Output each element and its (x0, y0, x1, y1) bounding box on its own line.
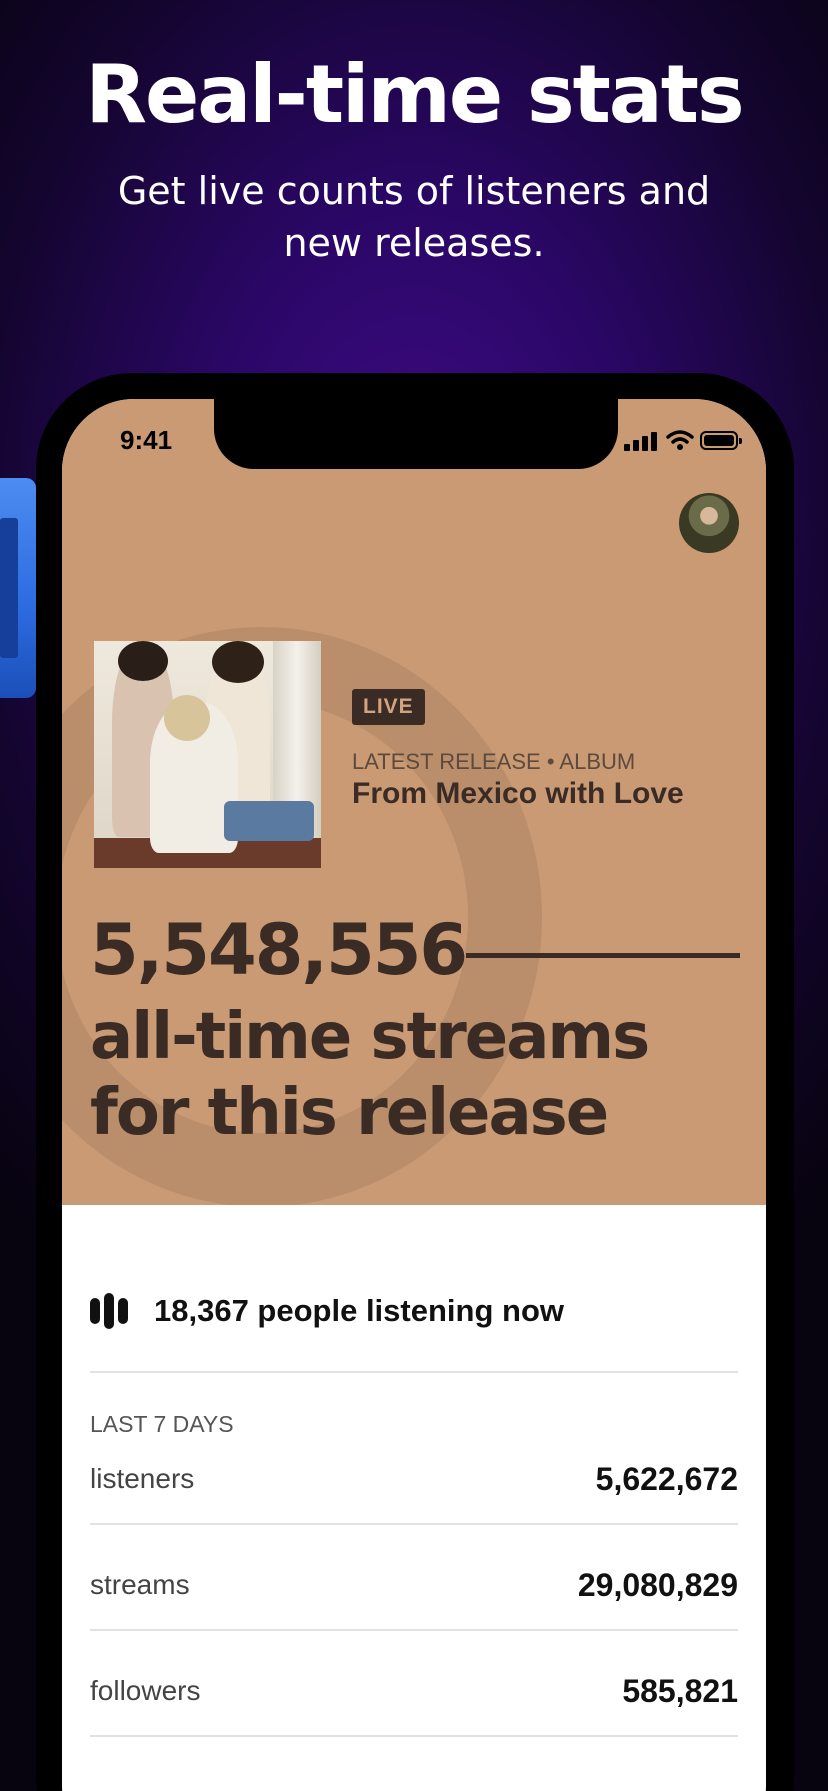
battery-icon (700, 431, 742, 450)
status-time: 9:41 (120, 425, 173, 455)
status-icons (618, 429, 748, 453)
cellular-signal-icon (624, 431, 660, 451)
profile-avatar[interactable] (679, 493, 739, 553)
equalizer-icon (90, 1293, 134, 1329)
stat-row-streams: streams 29,080,829 (90, 1567, 738, 1609)
album-artwork[interactable] (94, 641, 321, 868)
decorative-rule (466, 953, 740, 958)
divider (90, 1371, 738, 1373)
release-meta: LATEST RELEASE • ALBUM (352, 749, 636, 774)
period-label: LAST 7 DAYS (90, 1411, 234, 1437)
all-time-streams-caption: all-time streams for this release (90, 1000, 650, 1150)
phone-screen: 9:41 LIVE LATEST RELEASE • ALBUM From Me… (62, 399, 766, 1791)
stat-row-listeners: listeners 5,622,672 (90, 1461, 738, 1503)
release-hero: 9:41 LIVE LATEST RELEASE • ALBUM From Me… (62, 399, 766, 1205)
adjacent-app-icon (0, 478, 36, 698)
stat-row-followers: followers 585,821 (90, 1673, 738, 1715)
wifi-icon (666, 430, 694, 450)
stat-label: streams (90, 1569, 190, 1600)
stat-value: 585,821 (622, 1673, 738, 1709)
promo-headline: Real-time stats (85, 48, 744, 141)
listening-now-row: 18,367 people listening now (90, 1291, 564, 1331)
divider (90, 1629, 738, 1631)
release-title[interactable]: From Mexico with Love (352, 777, 684, 811)
stat-label: followers (90, 1675, 201, 1706)
stat-label: listeners (90, 1463, 195, 1494)
phone-notch (214, 399, 618, 469)
phone-frame: 9:41 LIVE LATEST RELEASE • ALBUM From Me… (36, 373, 794, 1791)
stat-value: 5,622,672 (595, 1461, 738, 1497)
all-time-streams-count: 5,548,556 (90, 909, 468, 991)
stat-value: 29,080,829 (577, 1567, 738, 1603)
live-badge: LIVE (352, 689, 425, 725)
divider (90, 1735, 738, 1737)
promo-subheadline: Get live counts of listeners and new rel… (117, 169, 711, 265)
divider (90, 1523, 738, 1525)
listening-now-text: 18,367 people listening now (154, 1293, 564, 1328)
